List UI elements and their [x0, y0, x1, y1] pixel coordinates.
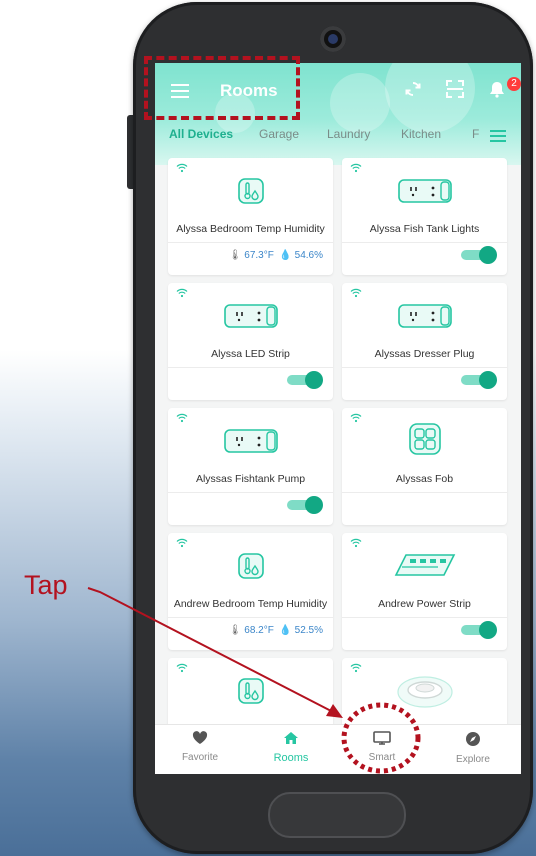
- wifi-icon: [176, 288, 188, 298]
- tab-partial[interactable]: F: [472, 127, 479, 141]
- nav-explore[interactable]: Explore: [433, 731, 513, 765]
- device-card[interactable]: Alyssa Fish Tank Lights: [342, 158, 507, 275]
- humidity-value: 54.6%: [294, 250, 323, 261]
- device-card[interactable]: Alyssa LED Strip: [168, 283, 333, 400]
- page-title: Rooms: [220, 81, 278, 100]
- notification-badge: 2: [507, 77, 521, 91]
- sync-icon[interactable]: [404, 80, 422, 103]
- device-card[interactable]: Alyssas Fob: [342, 408, 507, 525]
- compass-icon: [466, 732, 480, 746]
- header: Rooms 2 All Devices Garage Laundry Kitch…: [155, 63, 521, 165]
- tabs-menu-icon[interactable]: [490, 130, 506, 142]
- wifi-icon: [176, 538, 188, 548]
- power-toggle[interactable]: [459, 621, 497, 639]
- device-card[interactable]: Alyssas Fishtank Pump: [168, 408, 333, 525]
- temperature-value: 67.3°F: [244, 250, 274, 261]
- sensor-readings: 🌡 68.2°F 💧 52.5%: [229, 625, 323, 636]
- power-toggle[interactable]: [285, 496, 323, 514]
- hamburger-menu-icon[interactable]: [171, 84, 189, 98]
- smoke-detector-icon: [342, 676, 507, 712]
- temp-humidity-sensor-icon: [168, 551, 333, 587]
- device-card[interactable]: Andrew Bedroom Temp Humidity 🌡 68.2°F 💧 …: [168, 533, 333, 650]
- power-toggle[interactable]: [285, 371, 323, 389]
- thermometer-icon: 🌡: [228, 625, 242, 636]
- wifi-icon: [350, 538, 362, 548]
- wifi-icon: [350, 288, 362, 298]
- wifi-icon: [350, 663, 362, 673]
- smart-plug-icon: [168, 301, 333, 337]
- device-card[interactable]: Andrew Power Strip: [342, 533, 507, 650]
- device-name: Andrew Bedroom Temp Humidity: [173, 598, 328, 610]
- wifi-icon: [350, 163, 362, 173]
- camera-icon: [320, 26, 346, 52]
- home-icon: [284, 732, 298, 744]
- smart-plug-icon: [168, 426, 333, 462]
- humidity-icon: 💧: [279, 625, 292, 636]
- wifi-icon: [350, 413, 362, 423]
- tab-laundry[interactable]: Laundry: [327, 127, 370, 141]
- smart-plug-icon: [342, 301, 507, 337]
- device-card[interactable]: Alyssa Bedroom Temp Humidity 🌡 67.3°F 💧 …: [168, 158, 333, 275]
- notification-bell-icon[interactable]: [488, 80, 506, 103]
- wifi-icon: [176, 413, 188, 423]
- device-name: Alyssas Dresser Plug: [374, 348, 475, 360]
- nav-label: Rooms: [273, 752, 309, 764]
- scan-icon[interactable]: [446, 80, 464, 103]
- bottom-nav: Favorite Rooms Smart Explore: [155, 724, 521, 774]
- monitor-icon: [373, 731, 391, 745]
- device-name: Alyssa Fish Tank Lights: [369, 223, 480, 235]
- heart-icon: [192, 731, 208, 744]
- humidity-icon: 💧: [279, 250, 292, 261]
- device-name: Alyssa Bedroom Temp Humidity: [176, 223, 325, 235]
- power-strip-icon: [342, 551, 507, 587]
- nav-smart[interactable]: Smart: [342, 731, 422, 763]
- sensor-readings: 🌡 67.3°F 💧 54.6%: [229, 250, 323, 261]
- device-name: Alyssas Fob: [395, 473, 454, 485]
- nav-label: Explore: [456, 754, 490, 765]
- tab-kitchen[interactable]: Kitchen: [401, 127, 441, 141]
- nav-label: Smart: [368, 752, 396, 763]
- humidity-value: 52.5%: [294, 625, 323, 636]
- device-name: Alyssas Fishtank Pump: [195, 473, 306, 485]
- device-card[interactable]: Alyssas Dresser Plug: [342, 283, 507, 400]
- thermometer-icon: 🌡: [228, 250, 242, 261]
- nav-rooms[interactable]: Rooms: [251, 731, 331, 764]
- nav-label: Favorite: [181, 752, 219, 763]
- temp-humidity-sensor-icon: [168, 176, 333, 212]
- temperature-value: 68.2°F: [244, 625, 274, 636]
- tap-annotation-label: Tap: [24, 570, 68, 600]
- tab-garage[interactable]: Garage: [259, 127, 299, 141]
- app-screen: Rooms 2 All Devices Garage Laundry Kitch…: [155, 63, 521, 774]
- wifi-icon: [176, 163, 188, 173]
- key-fob-icon: [342, 423, 507, 462]
- nav-favorite[interactable]: Favorite: [160, 731, 240, 763]
- power-toggle[interactable]: [459, 246, 497, 264]
- power-toggle[interactable]: [459, 371, 497, 389]
- device-name: Andrew Power Strip: [378, 598, 471, 610]
- device-name: Alyssa LED Strip: [211, 348, 290, 360]
- tab-all-devices[interactable]: All Devices: [169, 127, 233, 141]
- temp-humidity-sensor-icon: [168, 676, 333, 712]
- wifi-icon: [176, 663, 188, 673]
- room-tabs: All Devices Garage Laundry Kitchen F: [155, 127, 521, 151]
- home-button[interactable]: [268, 792, 406, 838]
- smart-plug-icon: [342, 176, 507, 212]
